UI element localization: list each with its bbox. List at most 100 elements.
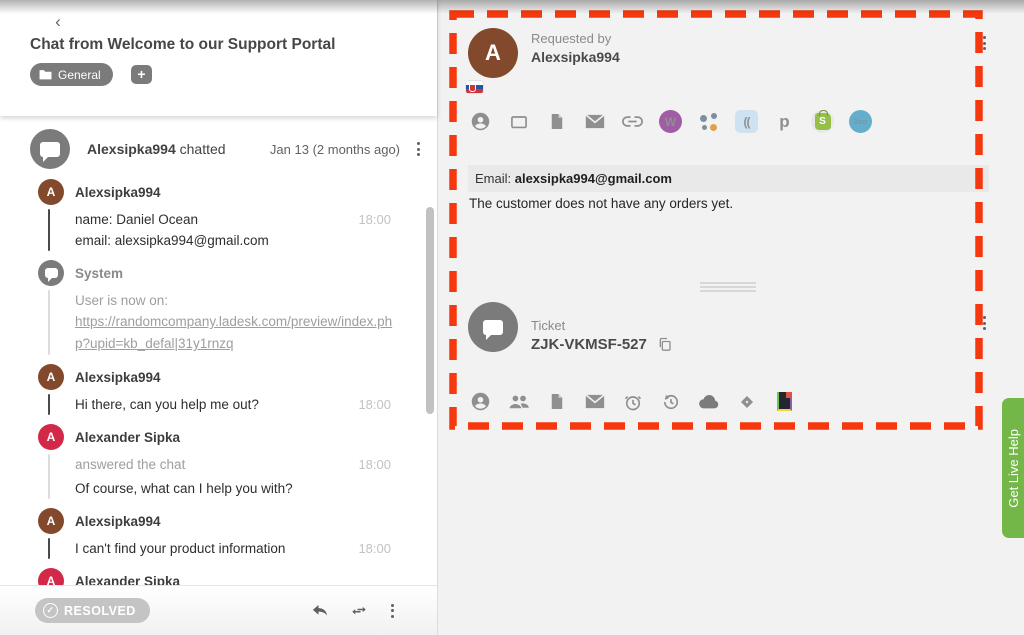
- card-icon[interactable]: [507, 110, 530, 133]
- mail-icon[interactable]: [583, 110, 606, 133]
- message-author: Alexander Sipka: [75, 430, 180, 445]
- people-icon[interactable]: [507, 390, 530, 413]
- ticket-code[interactable]: ZJK-VKMSF-527: [531, 336, 647, 353]
- message-line: Hi there, can you help me out?: [75, 394, 331, 415]
- message-time: 18:00: [331, 538, 437, 559]
- diamond-icon[interactable]: [735, 390, 758, 413]
- chat-header: ‹ Chat from Welcome to our Support Porta…: [0, 0, 437, 116]
- page-title: Chat from Welcome to our Support Portal: [30, 36, 335, 54]
- event-action: chatted: [180, 141, 226, 157]
- event-author: Alexsipka994: [87, 141, 176, 157]
- message-time: 18:00: [331, 454, 437, 475]
- chat-bubble-icon: [40, 142, 60, 157]
- message-accent-bar: [48, 538, 50, 559]
- ticket-actions-row: [469, 390, 796, 413]
- chat-scrollbar[interactable]: [426, 207, 434, 414]
- details-panel: A Requested by Alexsipka994 W: [437, 0, 1024, 635]
- copy-icon[interactable]: [657, 336, 673, 353]
- department-tag-label: General: [58, 68, 101, 82]
- message-author: Alexander Sipka: [75, 574, 180, 586]
- requester-menu-icon[interactable]: [980, 33, 989, 53]
- avatar: A: [38, 179, 64, 205]
- orders-note: The customer does not have any orders ye…: [469, 196, 733, 211]
- message-line: Of course, what can I help you with?: [75, 478, 437, 499]
- requested-by-label: Requested by: [531, 31, 611, 46]
- more-actions-icon[interactable]: [388, 601, 397, 621]
- message-line: User is now on:: [75, 290, 437, 311]
- email-label: Email:: [475, 171, 515, 186]
- avatar: A: [38, 424, 64, 450]
- giphy-icon[interactable]: [773, 390, 796, 413]
- message-line: name: Daniel Ocean: [75, 209, 331, 230]
- message-author: Alexsipka994: [75, 514, 161, 529]
- ticket-menu-icon[interactable]: [980, 313, 989, 333]
- chat-message: A Alexander Sipka answered the chat 18:0…: [0, 424, 437, 499]
- resolved-label: RESOLVED: [64, 604, 136, 618]
- visited-page-link[interactable]: https://randomcompany.ladesk.com/preview…: [75, 311, 393, 355]
- chat-bubble-icon: [483, 320, 503, 335]
- alarm-icon[interactable]: [621, 390, 644, 413]
- file-icon[interactable]: [545, 110, 568, 133]
- chat-message: A Alexsipka994 I can't find your product…: [0, 508, 437, 559]
- message-author: System: [75, 266, 123, 281]
- message-author: Alexsipka994: [75, 370, 161, 385]
- message-line: email: alexsipka994@gmail.com: [75, 230, 437, 251]
- check-circle-icon: ✓: [43, 603, 58, 618]
- get-live-help-button[interactable]: Get Live Help: [1002, 398, 1024, 538]
- get-live-help-label: Get Live Help: [1006, 429, 1021, 508]
- chat-message: A Alexsipka994 Hi there, can you help me…: [0, 364, 437, 415]
- back-icon[interactable]: ‹: [48, 12, 68, 32]
- dots-integration-icon[interactable]: [697, 110, 720, 133]
- link-icon[interactable]: [621, 110, 644, 133]
- message-note: answered the chat: [75, 454, 331, 475]
- account-circle-icon[interactable]: [469, 110, 492, 133]
- message-line: I can't find your product information: [75, 538, 331, 559]
- history-icon[interactable]: [659, 390, 682, 413]
- message-accent-bar: [48, 454, 50, 499]
- message-accent-bar: [48, 290, 50, 355]
- chat-bubble-icon: [45, 268, 58, 278]
- message-accent-bar: [48, 394, 50, 415]
- system-avatar: [38, 260, 64, 286]
- cloud-icon[interactable]: [697, 390, 720, 413]
- avatar: A: [38, 568, 64, 585]
- requester-name[interactable]: Alexsipka994: [531, 49, 620, 65]
- add-tag-button[interactable]: +: [131, 65, 152, 84]
- soundwave-integration-icon[interactable]: ((: [735, 110, 758, 133]
- customer-integrations-row: W (( p S 2co: [469, 110, 872, 133]
- chat-message: A Alexander Sipka: [0, 568, 437, 585]
- mail-icon[interactable]: [583, 390, 606, 413]
- ticket-avatar[interactable]: [468, 302, 518, 352]
- requester-avatar[interactable]: A: [468, 28, 518, 78]
- message-time: 18:00: [331, 394, 437, 415]
- chat-message-list: Alexsipka994 chatted Jan 13 (2 months ag…: [0, 116, 437, 585]
- account-circle-icon[interactable]: [469, 390, 492, 413]
- resolved-button[interactable]: ✓ RESOLVED: [35, 598, 150, 623]
- wordpress-icon[interactable]: W: [659, 110, 682, 133]
- reply-icon[interactable]: [310, 602, 330, 620]
- chat-transcript-panel: ‹ Chat from Welcome to our Support Porta…: [0, 0, 437, 635]
- panel-resize-handle[interactable]: [700, 282, 756, 294]
- chat-event-row: Alexsipka994 chatted Jan 13 (2 months ag…: [0, 116, 437, 179]
- p-integration-icon[interactable]: p: [773, 110, 796, 133]
- message-author: Alexsipka994: [75, 185, 161, 200]
- file-icon[interactable]: [545, 390, 568, 413]
- customer-email-row[interactable]: Email: alexsipka994@gmail.com: [468, 165, 989, 192]
- department-tag[interactable]: General: [30, 63, 113, 86]
- ticket-label: Ticket: [531, 318, 565, 333]
- app-window: ‹ Chat from Welcome to our Support Porta…: [0, 0, 1024, 635]
- chat-bubble-avatar: [30, 129, 70, 169]
- message-accent-bar: [48, 209, 50, 251]
- annotation-dashed-rectangle: [438, 0, 1024, 635]
- email-value: alexsipka994@gmail.com: [515, 171, 672, 186]
- shopify-icon[interactable]: S: [811, 110, 834, 133]
- folder-icon: [39, 69, 52, 80]
- message-menu-icon[interactable]: [414, 139, 423, 159]
- slovakia-flag-icon: [466, 81, 483, 93]
- avatar: A: [38, 508, 64, 534]
- chat-message: A Alexsipka994 name: Daniel Ocean 18:00 …: [0, 179, 437, 251]
- transfer-icon[interactable]: [348, 602, 370, 620]
- two-checkout-icon[interactable]: 2co: [849, 110, 872, 133]
- event-date: Jan 13 (2 months ago): [244, 142, 414, 157]
- message-time: 18:00: [331, 209, 437, 230]
